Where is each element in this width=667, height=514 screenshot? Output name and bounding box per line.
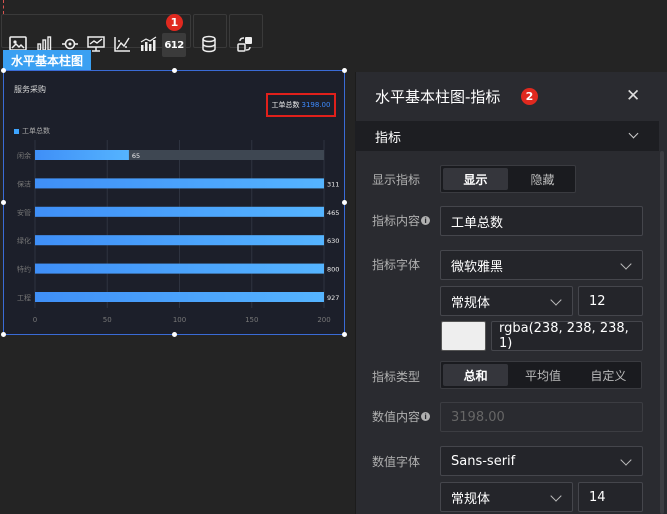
value-font-label: 数值字体	[372, 455, 421, 469]
indicator-content-label: 指标内容	[372, 214, 421, 228]
value-content-label-wrap: 数值内容 i	[372, 408, 431, 425]
data-label: 630	[327, 237, 339, 245]
value-font-family-value: Sans-serif	[451, 453, 516, 469]
bar	[35, 150, 129, 160]
value-font-weight-select[interactable]: 常规体	[440, 482, 573, 512]
font-weight-value: 常规体	[451, 295, 491, 311]
chevron-down-icon	[550, 294, 562, 306]
value-content-label: 数值内容	[372, 410, 421, 424]
font-family-value: 微软雅黑	[451, 259, 504, 275]
indicator-type-toggle: 总和 平均值 自定义	[440, 361, 642, 389]
bar	[35, 206, 324, 217]
indicator-content-label-wrap: 指标内容 i	[372, 212, 431, 229]
bar	[35, 178, 324, 189]
type-custom-option[interactable]: 自定义	[576, 362, 641, 388]
x-tick-label: 50	[103, 316, 112, 324]
category-label: 闲余	[17, 151, 31, 160]
type-avg-option[interactable]: 平均值	[510, 362, 575, 388]
indicator-type-label: 指标类型	[372, 370, 421, 384]
close-icon[interactable]: ✕	[626, 86, 640, 106]
category-label: 工程	[17, 293, 31, 302]
data-label: 311	[327, 180, 339, 188]
indicator-font-weight-select[interactable]: 常规体	[440, 286, 573, 316]
category-label: 安管	[17, 208, 31, 217]
value-font-weight-value: 常规体	[451, 491, 491, 507]
data-label: 65	[132, 152, 140, 160]
show-option[interactable]: 显示	[443, 168, 508, 190]
callout-badge-2: 2	[521, 88, 538, 105]
type-sum-option[interactable]: 总和	[443, 364, 509, 386]
show-indicator-label: 显示指标	[372, 173, 421, 187]
value-font-family-select[interactable]: Sans-serif	[440, 446, 643, 476]
x-tick-label: 150	[245, 316, 258, 324]
x-tick-label: 0	[33, 316, 37, 324]
chevron-down-icon	[550, 490, 562, 502]
panel-scrollbar[interactable]	[660, 151, 664, 514]
panel-title: 水平基本柱图-指标	[375, 88, 501, 106]
data-label: 927	[327, 294, 339, 302]
indicator-font-family-select[interactable]: 微软雅黑	[440, 250, 643, 280]
value-font-size-input[interactable]: 14	[578, 482, 643, 512]
indicator-font-size-input[interactable]: 12	[578, 286, 643, 316]
bar	[35, 263, 324, 274]
show-indicator-toggle: 显示 隐藏	[440, 165, 576, 193]
category-label: 特约	[17, 265, 31, 274]
hide-option[interactable]: 隐藏	[510, 166, 575, 192]
indicator-font-label: 指标字体	[372, 258, 421, 272]
chevron-down-icon	[620, 454, 632, 466]
bar	[35, 292, 324, 302]
bar-chart-svg: 0 50 100 150 200 闲余 65 保洁 311 安管 465 绿化 630 特约 800 工程 92…	[17, 140, 339, 324]
x-tick-label: 200	[317, 316, 330, 324]
section-title: 指标	[375, 131, 402, 146]
indicator-font-color-input[interactable]: rgba(238, 238, 238, 1)	[491, 321, 643, 351]
x-tick-label: 100	[173, 316, 186, 324]
category-label: 保洁	[17, 179, 31, 188]
data-label: 465	[327, 209, 339, 217]
data-label: 800	[327, 266, 339, 274]
info-icon[interactable]: i	[421, 216, 431, 225]
chevron-down-icon	[620, 258, 632, 270]
category-label: 绿化	[17, 236, 31, 245]
value-content-input: 3198.00	[440, 402, 643, 432]
bar	[35, 235, 324, 246]
color-swatch[interactable]	[441, 321, 486, 351]
indicator-content-input[interactable]: 工单总数	[440, 206, 643, 236]
info-icon[interactable]: i	[421, 412, 431, 421]
